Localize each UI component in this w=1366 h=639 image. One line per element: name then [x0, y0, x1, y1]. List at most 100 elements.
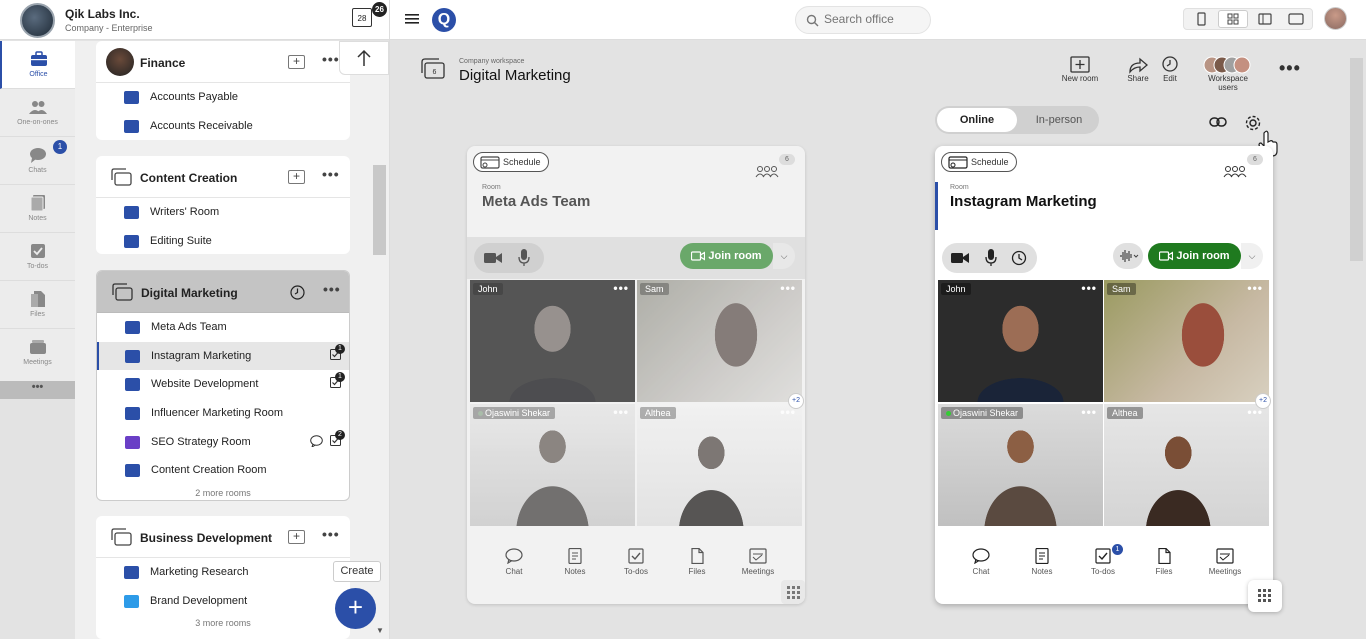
view-split-button[interactable] — [1250, 10, 1280, 28]
more-options-icon[interactable]: ••• — [322, 51, 340, 67]
rail-todos[interactable]: To-dos — [0, 233, 75, 281]
tile-options-icon[interactable]: ••• — [1081, 281, 1097, 295]
microphone-icon[interactable] — [518, 249, 530, 267]
video-tile[interactable]: John ••• — [470, 280, 635, 402]
room-item[interactable]: Brand Development — [96, 587, 350, 616]
user-avatar[interactable] — [1324, 7, 1347, 30]
search-box[interactable] — [795, 6, 931, 34]
room-item[interactable]: Marketing Research — [96, 558, 350, 587]
workspace-header[interactable]: Business Development + ••• — [96, 516, 350, 558]
rail-one-on-ones[interactable]: One-on-ones — [0, 89, 75, 137]
edit-button[interactable]: Edit — [1158, 56, 1182, 83]
hamburger-menu-icon[interactable] — [405, 13, 419, 25]
room-item[interactable]: SEO Strategy Room 2 — [97, 428, 349, 457]
add-room-button[interactable]: + — [288, 170, 305, 184]
workspace-header[interactable]: Finance + ••• — [96, 41, 350, 83]
app-logo[interactable]: Q — [432, 8, 456, 32]
join-room-button[interactable]: Join room — [1148, 243, 1241, 269]
screen-share-icon[interactable] — [1011, 250, 1027, 266]
rail-office[interactable]: Office — [0, 41, 75, 89]
video-tile[interactable]: Sam ••• — [637, 280, 802, 402]
rail-meetings[interactable]: Meetings — [0, 329, 75, 377]
apps-grid-icon[interactable] — [1248, 580, 1282, 612]
more-rooms-link[interactable]: 2 more rooms — [97, 485, 349, 500]
workspace-users-button[interactable]: Workspace users — [1198, 56, 1258, 92]
tile-options-icon[interactable]: ••• — [780, 281, 796, 295]
people-icon[interactable] — [1223, 164, 1247, 178]
footer-chat-button[interactable]: Chat — [956, 548, 1006, 576]
add-room-button[interactable]: + — [288, 55, 305, 69]
apps-grid-icon[interactable] — [781, 580, 805, 604]
link-icon[interactable] — [1209, 115, 1227, 129]
more-options-icon[interactable]: ••• — [322, 166, 340, 182]
workspace-header[interactable]: Digital Marketing ••• — [97, 271, 349, 313]
more-options-icon[interactable]: ••• — [322, 526, 340, 542]
rail-more-button[interactable]: ••• — [0, 381, 75, 399]
video-tile[interactable]: Sam ••• — [1104, 280, 1269, 402]
main-scrollbar[interactable] — [1350, 58, 1363, 261]
camera-icon[interactable] — [951, 251, 969, 265]
org-name[interactable]: Qik Labs Inc. — [65, 7, 140, 21]
video-tile[interactable]: John ••• — [938, 280, 1103, 402]
join-options-chevron-icon[interactable]: ⌵ — [1241, 243, 1263, 269]
footer-chat-button[interactable]: Chat — [489, 548, 539, 576]
online-tab[interactable]: Online — [937, 108, 1017, 132]
rail-notes[interactable]: Notes — [0, 185, 75, 233]
org-logo[interactable] — [20, 3, 55, 38]
footer-notes-button[interactable]: Notes — [1017, 548, 1067, 576]
room-item[interactable]: Writers' Room — [96, 198, 350, 227]
join-options-chevron-icon[interactable]: ⌵ — [773, 243, 795, 269]
rail-files[interactable]: Files — [0, 281, 75, 329]
footer-meetings-button[interactable]: Meetings — [733, 548, 783, 576]
room-item[interactable]: Accounts Payable — [96, 83, 350, 112]
room-item[interactable]: Influencer Marketing Room — [97, 399, 349, 428]
extra-participants-badge[interactable]: +2 — [788, 393, 804, 409]
video-tile[interactable]: Althea ••• — [637, 404, 802, 526]
more-rooms-link[interactable]: 3 more rooms — [96, 615, 350, 631]
room-item[interactable]: Website Development 1 — [97, 370, 349, 399]
share-button[interactable]: Share — [1124, 56, 1152, 83]
tile-options-icon[interactable]: ••• — [613, 281, 629, 295]
tile-options-icon[interactable]: ••• — [1247, 281, 1263, 295]
more-options-icon[interactable]: ••• — [323, 281, 341, 297]
more-options-icon[interactable]: ••• — [1279, 58, 1301, 79]
extra-participants-badge[interactable]: +2 — [1255, 393, 1271, 409]
new-room-button[interactable]: New room — [1060, 56, 1100, 83]
camera-icon[interactable] — [484, 251, 502, 265]
workspace-header[interactable]: Content Creation + ••• — [96, 156, 350, 198]
footer-meetings-button[interactable]: Meetings — [1200, 548, 1250, 576]
room-item[interactable]: Accounts Receivable — [96, 112, 350, 140]
calendar-icon[interactable]: 28 — [352, 8, 372, 27]
footer-files-button[interactable]: Files — [1139, 548, 1189, 576]
schedule-button[interactable]: Schedule — [941, 152, 1017, 172]
tile-options-icon[interactable]: ••• — [1081, 405, 1097, 419]
schedule-button[interactable]: Schedule — [473, 152, 549, 172]
add-room-button[interactable]: + — [288, 530, 305, 544]
search-input[interactable] — [824, 12, 924, 26]
room-item[interactable]: Content Creation Room — [97, 456, 349, 485]
people-icon[interactable] — [755, 164, 779, 178]
video-tile[interactable]: Ojaswini Shekar ••• — [470, 404, 635, 526]
footer-todos-button[interactable]: To-dos — [611, 548, 661, 576]
video-tile[interactable]: Ojaswini Shekar ••• — [938, 404, 1103, 526]
sidebar-scrollbar[interactable] — [373, 165, 386, 255]
join-room-button[interactable]: Join room — [680, 243, 773, 269]
scroll-top-button[interactable] — [339, 41, 389, 75]
footer-files-button[interactable]: Files — [672, 548, 722, 576]
tile-options-icon[interactable]: ••• — [613, 405, 629, 419]
view-grid-button[interactable] — [1218, 10, 1248, 28]
audio-settings-button[interactable] — [1113, 243, 1143, 269]
room-item[interactable]: Editing Suite — [96, 227, 350, 254]
view-mobile-button[interactable] — [1186, 10, 1216, 28]
room-item-selected[interactable]: Instagram Marketing 1 — [97, 341, 349, 371]
room-item[interactable]: Meta Ads Team — [97, 313, 349, 342]
video-tile[interactable]: Althea ••• — [1104, 404, 1269, 526]
create-button[interactable]: + — [335, 588, 376, 629]
in-person-tab[interactable]: In-person — [1019, 108, 1099, 132]
microphone-icon[interactable] — [985, 249, 997, 267]
footer-notes-button[interactable]: Notes — [550, 548, 600, 576]
clock-icon[interactable] — [290, 285, 305, 300]
scroll-down-arrow-icon[interactable]: ▼ — [376, 626, 384, 635]
view-single-button[interactable] — [1281, 10, 1311, 28]
chat-icon[interactable] — [310, 434, 323, 447]
